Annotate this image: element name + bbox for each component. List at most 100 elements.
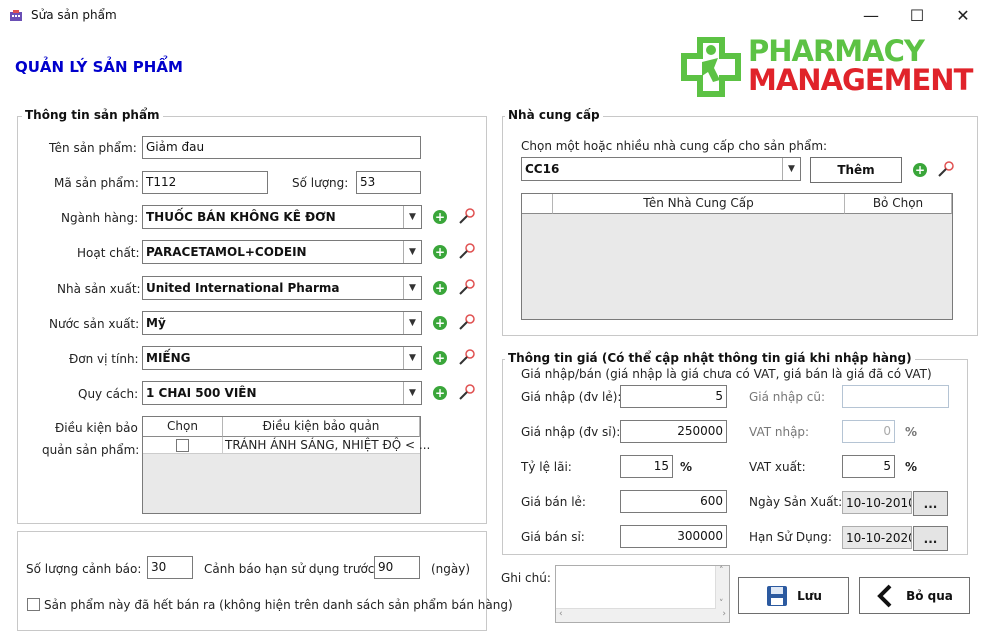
profit-input[interactable]: 15 — [620, 455, 673, 478]
scroll-up-icon[interactable]: ˄ — [719, 566, 724, 576]
packing-select[interactable]: 1 CHAI 500 VIÊN ▼ — [142, 381, 422, 405]
storage-label-line1: Điều kiện bảo — [55, 421, 138, 435]
manufacturer-select[interactable]: United International Pharma ▼ — [142, 276, 422, 300]
add-unit-icon[interactable]: + — [433, 351, 447, 365]
maximize-button[interactable]: ☐ — [894, 0, 940, 31]
chevron-down-icon[interactable]: ▼ — [403, 241, 421, 263]
manufacturer-label: Nhà sản xuất: — [57, 282, 141, 296]
import-retail-input[interactable]: 5 — [620, 385, 727, 408]
category-select[interactable]: THUỐC BÁN KHÔNG KÊ ĐƠN ▼ — [142, 205, 422, 229]
storage-row-choose-cell — [143, 437, 223, 454]
scroll-left-icon[interactable]: ‹ — [559, 609, 563, 619]
packing-label: Quy cách: — [78, 387, 139, 401]
supplier-col-index[interactable] — [522, 194, 553, 214]
vat-out-percent: % — [905, 460, 918, 474]
add-category-icon[interactable]: + — [433, 210, 447, 224]
search-ingredient-icon[interactable] — [458, 242, 476, 260]
search-category-icon[interactable] — [458, 207, 476, 225]
unit-select[interactable]: MIẾNG ▼ — [142, 346, 422, 370]
storage-label-line2: quản sản phẩm: — [42, 443, 140, 457]
vat-out-input[interactable]: 5 — [842, 455, 895, 478]
warning-qty-label: Số lượng cảnh báo: — [26, 562, 142, 576]
chevron-down-icon[interactable]: ▼ — [782, 158, 800, 180]
minimize-button[interactable]: — — [848, 0, 894, 31]
warning-expiry-label: Cảnh báo hạn sử dụng trước: — [204, 562, 379, 576]
quantity-input[interactable]: 53 — [356, 171, 421, 194]
supplier-col-remove[interactable]: Bỏ Chọn — [845, 194, 952, 214]
country-label: Nước sản xuất: — [49, 317, 140, 331]
add-country-icon[interactable]: + — [433, 316, 447, 330]
storage-col-choose[interactable]: Chọn — [143, 417, 223, 437]
scroll-right-icon[interactable]: › — [722, 609, 726, 619]
exp-date-input[interactable]: 10-10-2020 — [842, 526, 912, 549]
logo-text-management: MANAGEMENT — [748, 63, 973, 97]
packing-value: 1 CHAI 500 VIÊN — [146, 386, 257, 400]
add-supplier-button[interactable]: Thêm — [810, 157, 902, 183]
save-button[interactable]: Lưu — [738, 577, 849, 614]
sell-retail-input[interactable]: 600 — [620, 490, 727, 513]
storage-col-condition[interactable]: Điều kiện bảo quản — [223, 417, 420, 437]
cancel-button[interactable]: Bỏ qua — [859, 577, 970, 614]
vat-out-label: VAT xuất: — [749, 460, 806, 474]
old-import-input — [842, 385, 949, 408]
product-name-label: Tên sản phẩm: — [49, 141, 137, 155]
table-row[interactable]: TRÁNH ÁNH SÁNG, NHIỆT ĐỘ < ... — [143, 437, 430, 454]
manufacturer-value: United International Pharma — [146, 281, 340, 295]
scroll-down-icon[interactable]: ˅ — [719, 599, 724, 609]
add-manufacturer-icon[interactable]: + — [433, 281, 447, 295]
chevron-down-icon[interactable]: ▼ — [403, 312, 421, 334]
mfg-date-picker-button[interactable]: ... — [913, 491, 948, 516]
supplier-col-name[interactable]: Tên Nhà Cung Cấp — [553, 194, 845, 214]
chevron-down-icon[interactable]: ▼ — [403, 382, 421, 404]
chevron-down-icon[interactable]: ▼ — [403, 347, 421, 369]
mfg-date-input[interactable]: 10-10-2010 — [842, 491, 912, 514]
sell-wholesale-input[interactable]: 300000 — [620, 525, 727, 548]
product-name-input[interactable]: Giảm đau — [142, 136, 421, 159]
search-unit-icon[interactable] — [458, 348, 476, 366]
search-manufacturer-icon[interactable] — [458, 278, 476, 296]
unit-value: MIẾNG — [146, 351, 191, 365]
country-value: Mỹ — [146, 316, 166, 330]
storage-row-condition: TRÁNH ÁNH SÁNG, NHIỆT ĐỘ < ... — [225, 438, 431, 452]
logo-text-pharmacy: PHARMACY — [748, 34, 925, 68]
search-country-icon[interactable] — [458, 313, 476, 331]
mfg-date-label: Ngày Sản Xuất: — [749, 495, 843, 509]
price-note: Giá nhập/bán (giá nhập là giá chưa có VA… — [521, 367, 932, 381]
close-button[interactable]: ✕ — [940, 0, 986, 31]
discontinued-checkbox[interactable] — [27, 598, 40, 611]
import-wholesale-label: Giá nhập (đv sỉ): — [521, 425, 621, 439]
sell-retail-label: Giá bán lẻ: — [521, 495, 586, 509]
supplier-select[interactable]: CC16 ▼ — [521, 157, 801, 181]
country-select[interactable]: Mỹ ▼ — [142, 311, 422, 335]
import-wholesale-input[interactable]: 250000 — [620, 420, 727, 443]
add-ingredient-icon[interactable]: + — [433, 245, 447, 259]
quantity-label: Số lượng: — [292, 176, 349, 190]
product-info-title: Thông tin sản phẩm — [22, 108, 163, 122]
chevron-down-icon[interactable]: ▼ — [403, 277, 421, 299]
exp-date-picker-button[interactable]: ... — [913, 526, 948, 551]
profit-percent: % — [680, 460, 693, 474]
storage-row-checkbox[interactable] — [176, 439, 189, 452]
old-import-label: Giá nhập cũ: — [749, 390, 826, 404]
cancel-button-label: Bỏ qua — [906, 588, 953, 603]
import-retail-label: Giá nhập (đv lẻ): — [521, 390, 622, 404]
note-textarea[interactable]: ‹ › ˄ ˅ — [555, 565, 730, 623]
warning-group — [17, 531, 487, 631]
supplier-prompt: Chọn một hoặc nhiều nhà cung cấp cho sản… — [521, 139, 828, 153]
search-packing-icon[interactable] — [458, 383, 476, 401]
chevron-down-icon[interactable]: ▼ — [403, 206, 421, 228]
add-supplier-icon[interactable]: + — [913, 163, 927, 177]
pharmacy-cross-logo-icon — [681, 37, 741, 97]
note-vertical-scrollbar[interactable]: ˄ ˅ — [715, 566, 729, 609]
warning-expiry-input[interactable]: 90 — [374, 556, 420, 579]
note-horizontal-scrollbar[interactable]: ‹ › — [556, 608, 729, 622]
floppy-disk-icon — [767, 585, 788, 606]
ingredient-select[interactable]: PARACETAMOL+CODEIN ▼ — [142, 240, 422, 264]
add-packing-icon[interactable]: + — [433, 386, 447, 400]
product-code-label: Mã sản phẩm: — [54, 176, 139, 190]
search-supplier-icon[interactable] — [937, 160, 955, 178]
category-value: THUỐC BÁN KHÔNG KÊ ĐƠN — [146, 210, 336, 224]
price-title: Thông tin giá (Có thể cập nhật thông tin… — [505, 351, 915, 365]
warning-qty-input[interactable]: 30 — [147, 556, 193, 579]
product-code-input[interactable]: T112 — [142, 171, 268, 194]
